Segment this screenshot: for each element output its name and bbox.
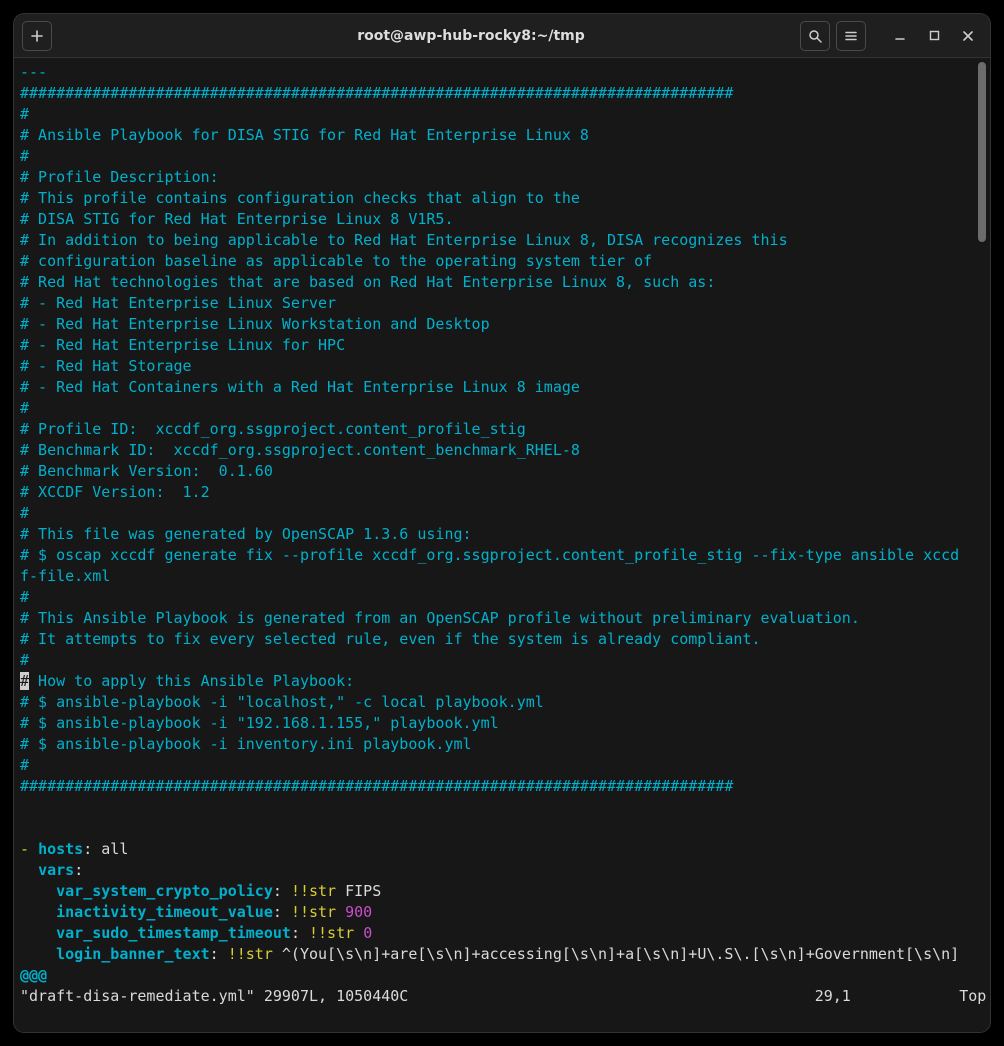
maximize-button[interactable] [920,22,948,50]
minimize-button[interactable] [886,22,914,50]
editor-content: --- ####################################… [20,62,984,986]
close-button[interactable] [954,22,982,50]
window-title: root@awp-hub-rocky8:~/tmp [142,28,800,44]
menu-button[interactable] [836,21,866,51]
terminal-viewport[interactable]: --- ####################################… [14,58,990,1032]
vim-status-line: "draft-disa-remediate.yml" 29907L, 10504… [20,986,984,1007]
search-button[interactable] [800,21,830,51]
new-tab-button[interactable] [22,21,52,51]
scrollbar-thumb[interactable] [978,62,986,242]
terminal-window: root@awp-hub-rocky8:~/tmp [14,14,990,1032]
titlebar: root@awp-hub-rocky8:~/tmp [14,14,990,58]
